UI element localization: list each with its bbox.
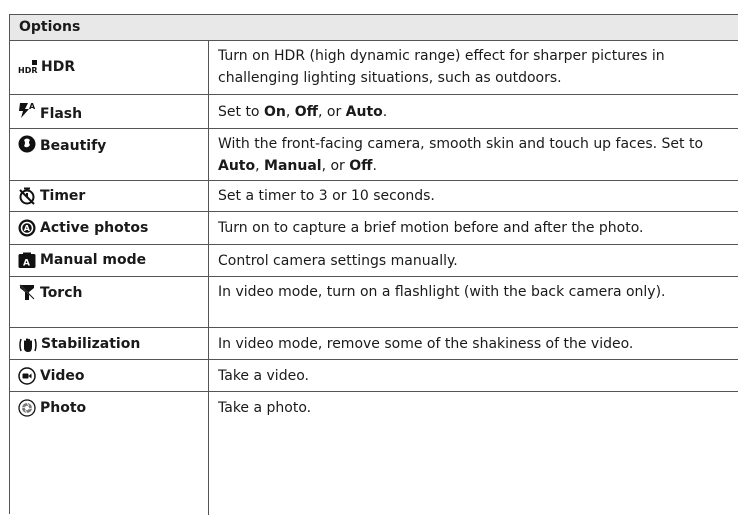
photo-icon [18, 399, 36, 417]
row-description: Take a photo. [218, 400, 312, 416]
row-description: Set to On, Off, or Auto. [218, 104, 388, 120]
table-row: Video Take a video. [10, 360, 738, 392]
row-description: Turn on to capture a brief motion before… [218, 220, 644, 236]
row-label: Beautify [40, 138, 107, 154]
row-label: Flash [40, 106, 83, 122]
hdr-icon: HDR [18, 60, 38, 75]
active-photos-icon: A [18, 219, 36, 237]
row-label: Stabilization [41, 336, 141, 352]
table-row: A Manual mode Control camera settings ma… [10, 245, 738, 277]
row-description: Take a video. [218, 368, 309, 384]
table-row: Torch In video mode, turn on a flashligh… [10, 277, 738, 328]
svg-text:A: A [29, 102, 36, 111]
svg-text:A: A [23, 259, 30, 269]
row-description: Set a timer to 3 or 10 seconds. [218, 188, 435, 204]
table-header-label: Options [19, 19, 81, 35]
row-description: In video mode, turn on a flashlight (wit… [218, 284, 666, 300]
row-label: Timer [40, 188, 86, 204]
torch-icon [18, 283, 36, 301]
flash-auto-icon: A [19, 102, 36, 118]
table-row: Beautify With the front-facing camera, s… [10, 129, 738, 181]
row-description: Turn on HDR (high dynamic range) effect … [218, 48, 665, 86]
row-label: Active photos [40, 220, 149, 236]
table-row: HDR HDR Turn on HDR (high dynamic range)… [10, 41, 738, 95]
row-label: Video [40, 368, 85, 384]
row-description: With the front-facing camera, smooth ski… [218, 136, 704, 174]
row-description: Control camera settings manually. [218, 253, 458, 269]
table-header: Options [10, 15, 738, 41]
stabilization-icon [19, 338, 37, 352]
video-icon [18, 367, 36, 385]
table-row: A Flash Set to On, Off, or Auto. [10, 95, 738, 129]
timer-icon [19, 187, 35, 205]
row-label: Torch [40, 285, 83, 301]
beautify-icon [18, 135, 36, 153]
row-label: Manual mode [40, 252, 147, 268]
table-row: Stabilization In video mode, remove some… [10, 328, 738, 360]
row-label: Photo [40, 400, 87, 416]
table-row: Timer Set a timer to 3 or 10 seconds. [10, 181, 738, 212]
manual-mode-icon: A [18, 252, 36, 269]
svg-text:A: A [24, 224, 31, 233]
options-table: Options HDR HDR Turn on HDR (high dynami… [9, 14, 738, 515]
row-label: HDR [41, 59, 76, 75]
table-row: A Active photos Turn on to capture a bri… [10, 212, 738, 245]
table-row: Photo Take a photo. [10, 392, 738, 515]
svg-text:HDR: HDR [18, 66, 38, 75]
row-description: In video mode, remove some of the shakin… [218, 336, 634, 352]
